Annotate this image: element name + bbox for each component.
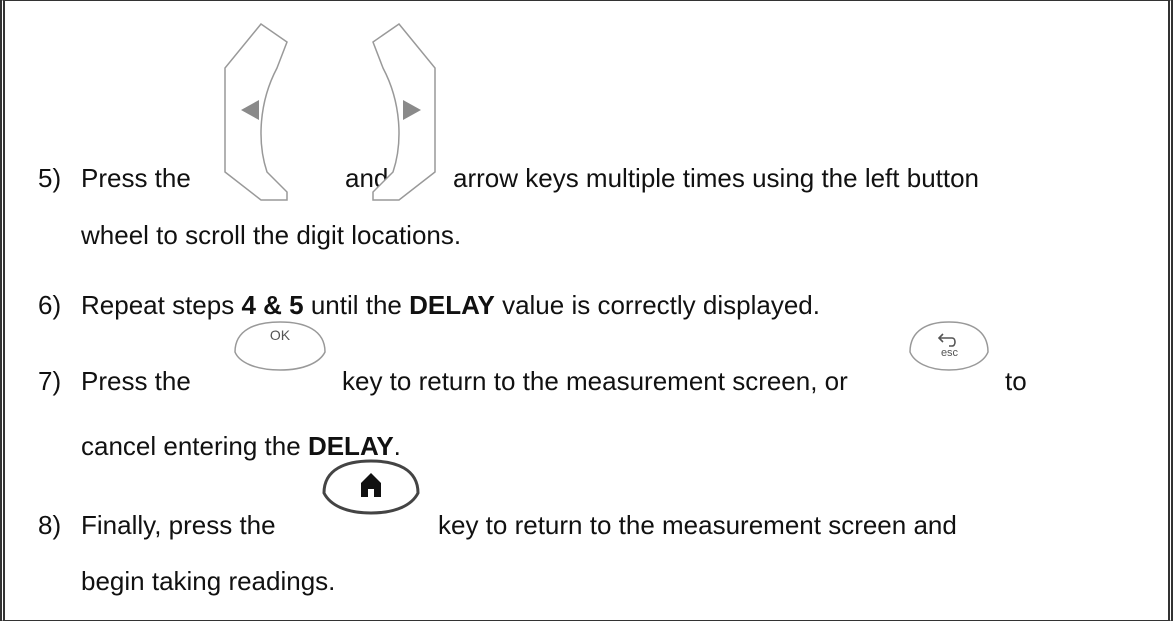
right-arrow-key[interactable]	[369, 22, 444, 202]
step-6-text-mid: until the	[303, 290, 410, 320]
step-8-text-before: Finally, press the	[81, 510, 276, 540]
step-6-bold-steps: 4 & 5	[241, 290, 304, 320]
ok-key[interactable]: OK	[225, 320, 335, 382]
ok-key-label: OK	[269, 327, 291, 343]
left-arrow-key[interactable]	[217, 22, 292, 202]
step-5-text-after: arrow keys multiple times using the left…	[453, 163, 980, 193]
step-7-text-before: Press the	[81, 366, 191, 396]
step-7-number: 7)	[38, 366, 62, 396]
esc-key-label: esc	[940, 347, 959, 359]
step-5-text-before: Press the	[81, 163, 191, 193]
left-arrow-icon	[224, 22, 288, 201]
step-8-text-after: key to return to the measurement screen …	[438, 510, 957, 540]
step-7-text-after: to	[1005, 366, 1027, 396]
step-5-text-line2: wheel to scroll the digit locations.	[81, 220, 462, 250]
step-5-number: 5)	[38, 163, 62, 193]
step-7-bold-delay: DELAY	[307, 431, 394, 461]
step-7-line2-after: .	[393, 431, 401, 461]
step-6-bold-delay: DELAY	[409, 290, 495, 320]
step-7-text-line2: cancel entering the DELAY.	[81, 431, 401, 461]
step-6-text-after: value is correctly displayed.	[494, 290, 820, 320]
step-7-line2-before: cancel entering the	[81, 431, 308, 461]
right-arrow-icon	[372, 22, 436, 201]
step-7-text-mid: key to return to the measurement screen,…	[342, 366, 848, 396]
home-key[interactable]	[316, 459, 426, 525]
step-8-text-line2: begin taking readings.	[81, 566, 336, 596]
step-6-text: Repeat steps 4 & 5 until the DELAY value…	[81, 290, 820, 320]
step-8-number: 8)	[38, 510, 62, 540]
esc-key[interactable]: esc	[902, 320, 997, 382]
step-6-text-before: Repeat steps	[81, 290, 242, 320]
step-6-number: 6)	[38, 290, 62, 320]
